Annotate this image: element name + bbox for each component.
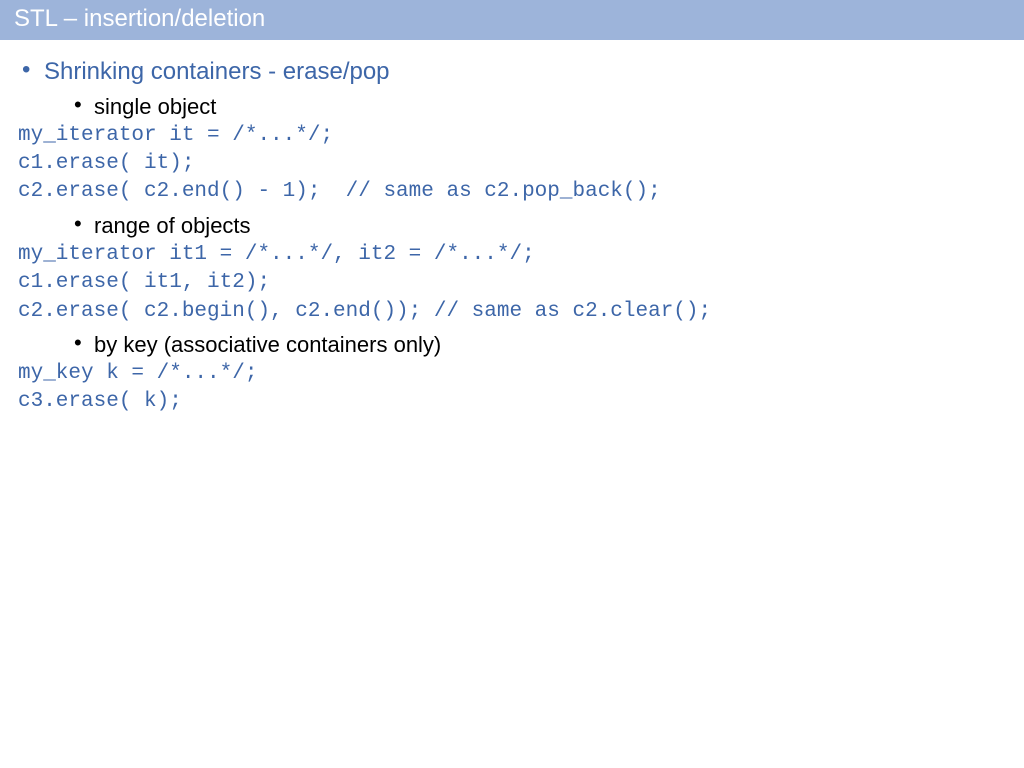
subheading-text: single object bbox=[94, 94, 216, 119]
heading-text: Shrinking containers - erase/pop bbox=[44, 58, 390, 85]
bullet-level-2: range of objects bbox=[0, 209, 1024, 241]
slide-title: STL – insertion/deletion bbox=[14, 5, 265, 32]
slide-content: Shrinking containers - erase/pop single … bbox=[0, 40, 1024, 419]
bullet-level-2: by key (associative containers only) bbox=[0, 328, 1024, 360]
code-block: my_iterator it = /*...*/; c1.erase( it);… bbox=[0, 122, 1024, 209]
code-block: my_key k = /*...*/; c3.erase( k); bbox=[0, 360, 1024, 419]
bullet-level-1: Shrinking containers - erase/pop bbox=[0, 52, 1024, 90]
subheading-text: range of objects bbox=[94, 213, 251, 238]
slide-title-bar: STL – insertion/deletion bbox=[0, 0, 1024, 40]
subheading-text: by key (associative containers only) bbox=[94, 332, 441, 357]
bullet-level-2: single object bbox=[0, 90, 1024, 122]
code-block: my_iterator it1 = /*...*/, it2 = /*...*/… bbox=[0, 241, 1024, 328]
